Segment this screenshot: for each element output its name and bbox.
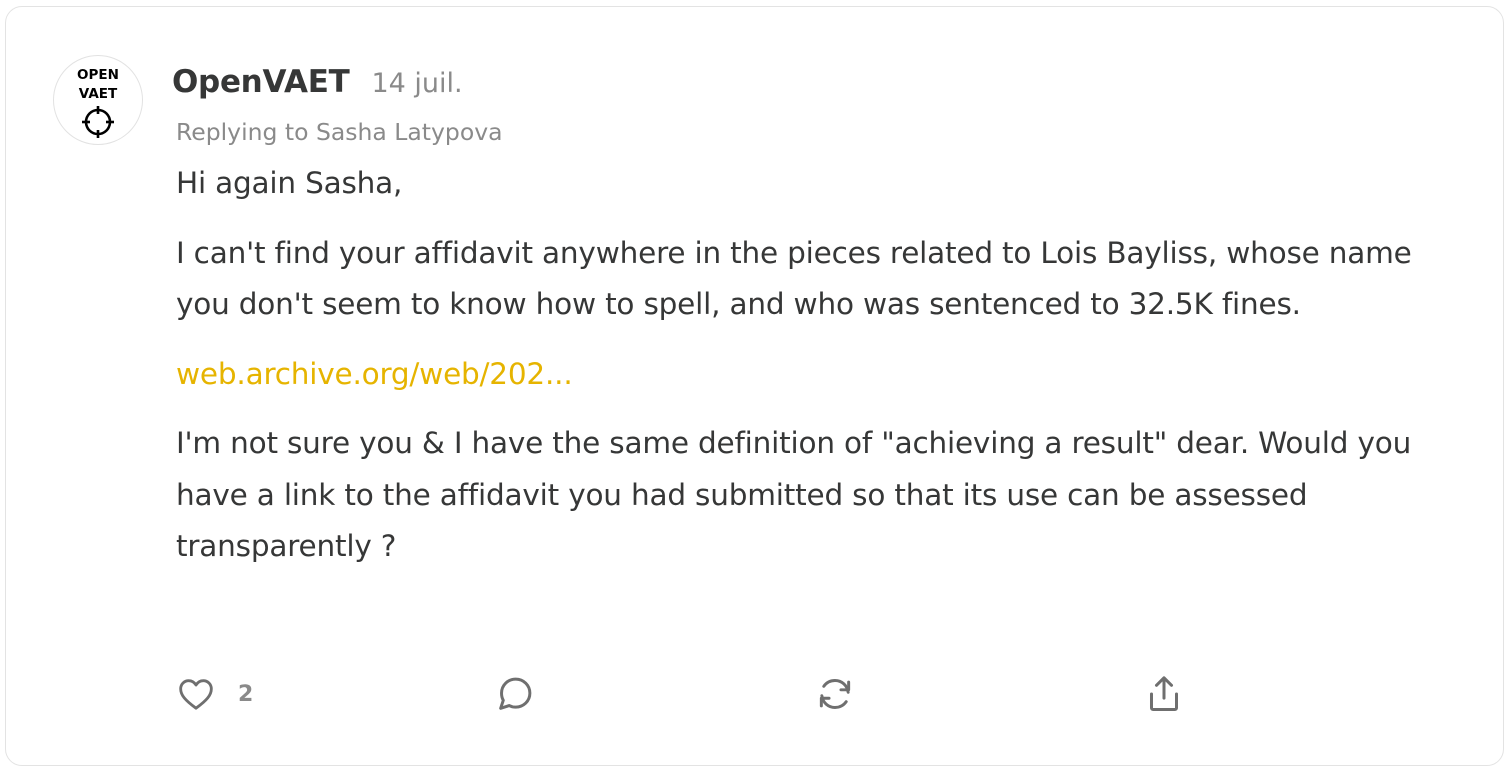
replying-to: Replying to Sasha Latypova bbox=[176, 118, 503, 146]
avatar-line-2: VAET bbox=[79, 86, 118, 102]
paragraph-affidavit: I can't find your affidavit anywhere in … bbox=[176, 235, 1412, 322]
share-icon bbox=[1150, 676, 1178, 711]
like-count: 2 bbox=[238, 681, 254, 707]
heart-icon bbox=[179, 679, 213, 710]
archive-link[interactable]: web.archive.org/web/202... bbox=[176, 357, 573, 391]
author-name[interactable]: OpenVAET bbox=[172, 64, 350, 100]
avatar-line-1: OPEN bbox=[77, 67, 119, 83]
paragraph-link: web.archive.org/web/202... bbox=[176, 349, 1466, 401]
comment-actions: 2 bbox=[176, 670, 1196, 718]
avatar[interactable]: OPEN VAET bbox=[53, 55, 143, 145]
comment-bubble-icon bbox=[499, 677, 532, 710]
share-button[interactable] bbox=[1144, 670, 1184, 718]
like-button[interactable]: 2 bbox=[176, 670, 253, 718]
paragraph-greeting: Hi again Sasha, bbox=[176, 166, 403, 200]
comment-date[interactable]: 14 juil. bbox=[371, 68, 462, 99]
refresh-icon bbox=[819, 679, 851, 709]
comment-body: Hi again Sasha, I can't find your affida… bbox=[176, 158, 1466, 591]
restack-button[interactable] bbox=[814, 670, 856, 718]
comment-header: OpenVAET 14 juil. bbox=[172, 64, 463, 108]
reply-button[interactable] bbox=[494, 670, 536, 718]
paragraph-question: I'm not sure you & I have the same defin… bbox=[176, 426, 1412, 563]
crosshair-icon: OPEN VAET bbox=[77, 67, 119, 138]
